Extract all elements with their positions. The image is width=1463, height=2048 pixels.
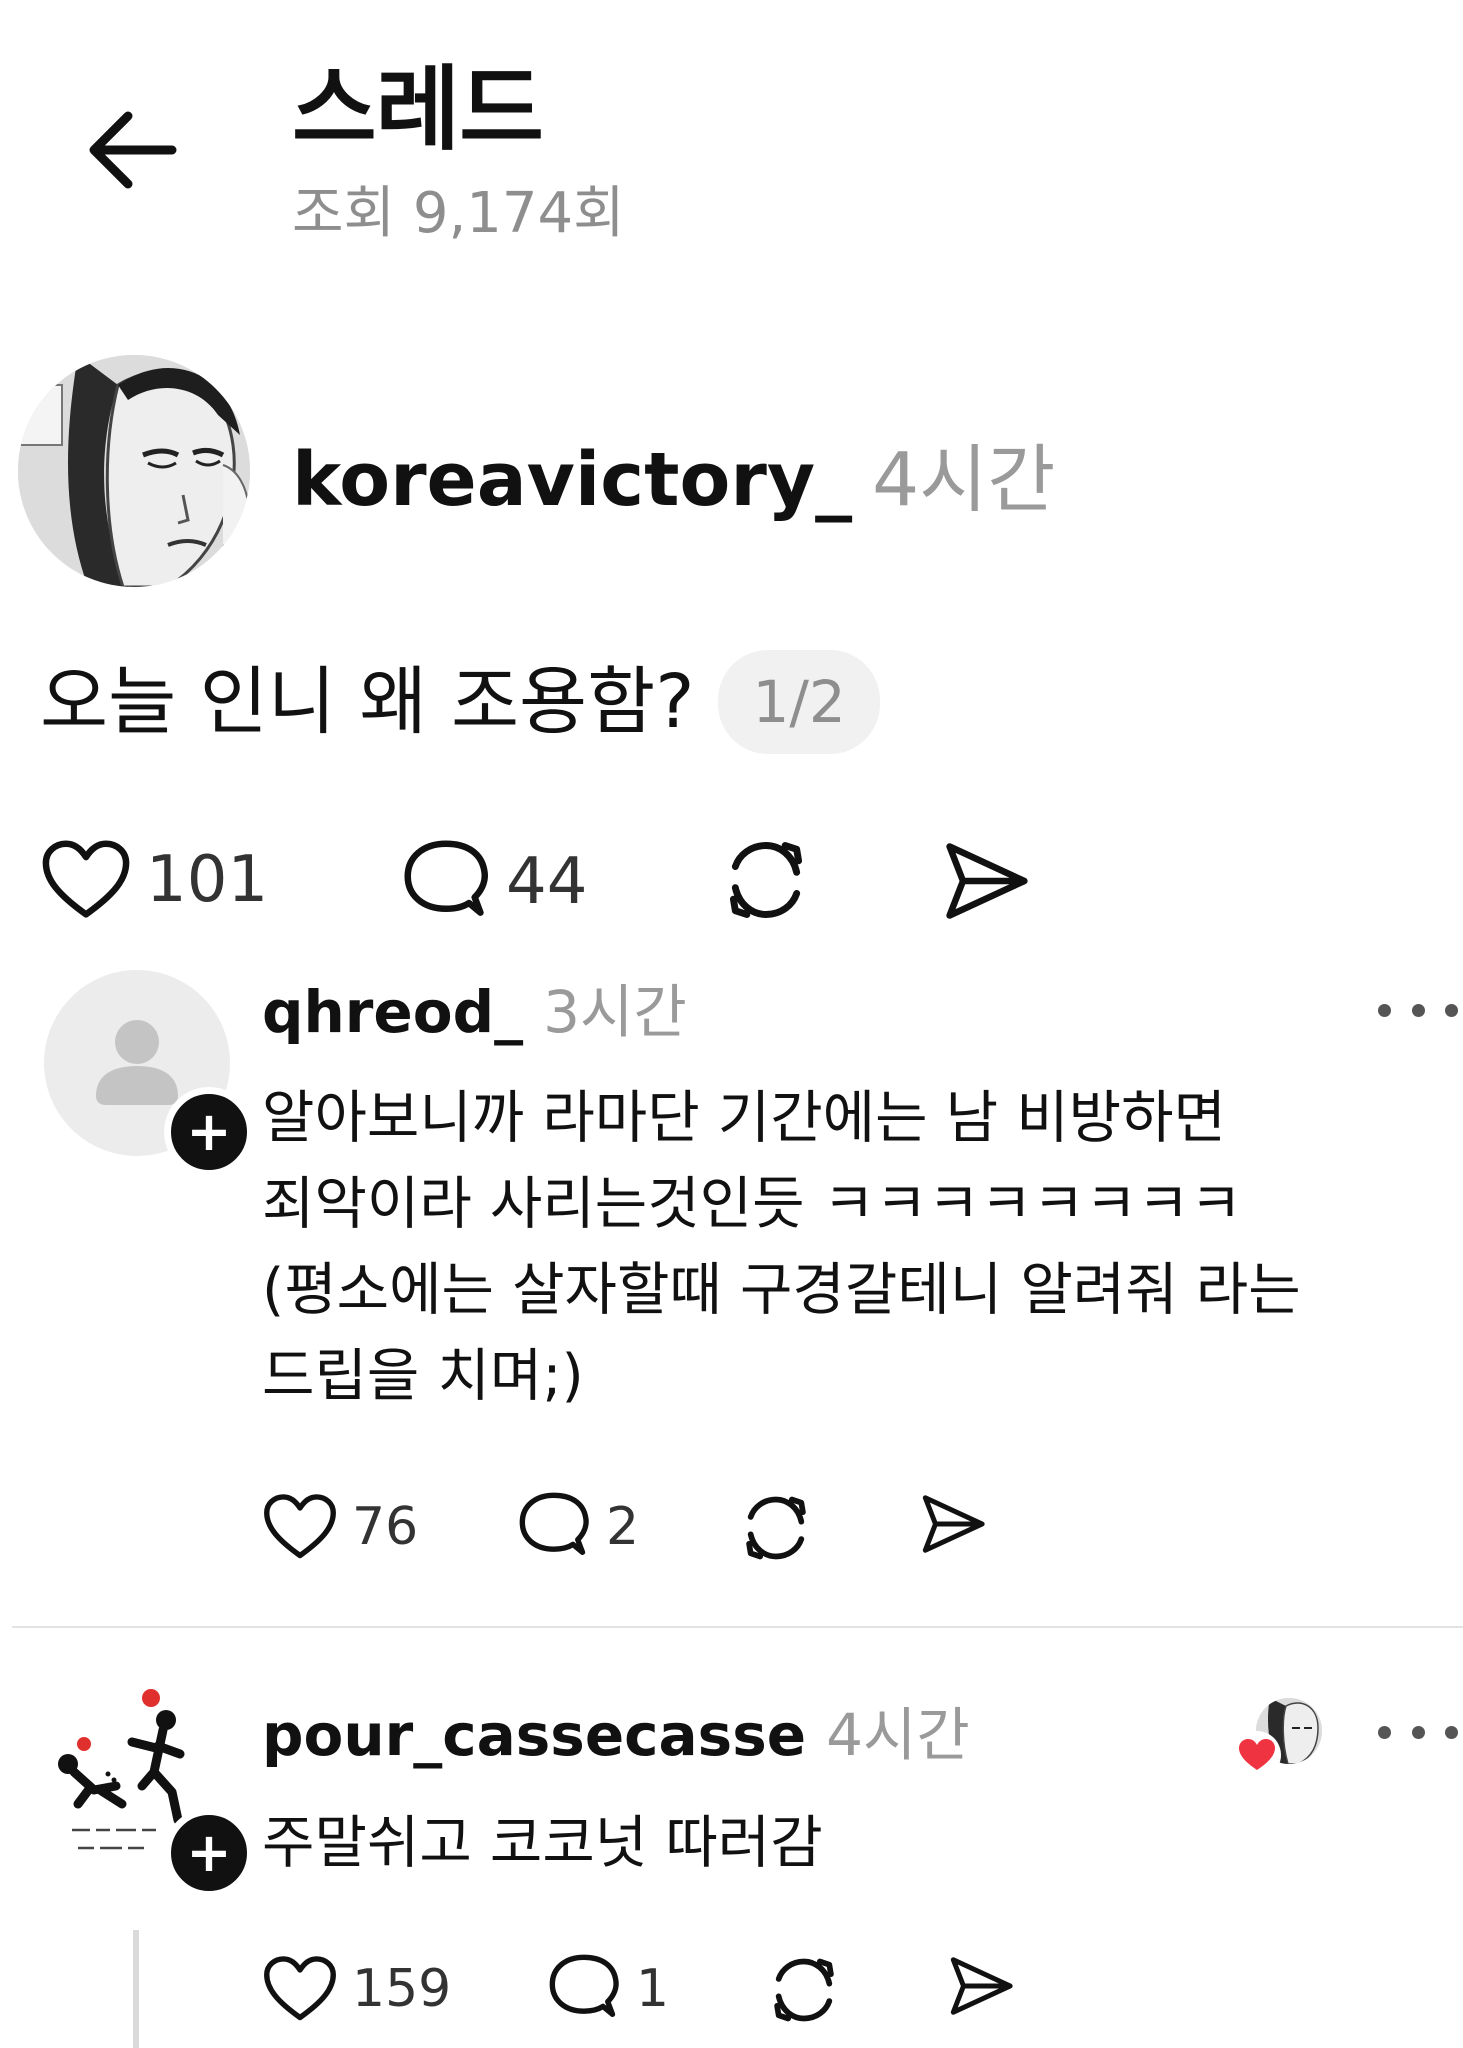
heart-icon (42, 840, 130, 918)
username[interactable]: pour_cassecasse (262, 1701, 806, 1769)
post-header: koreavictory_ 4시간 (292, 430, 1055, 530)
arrow-left-icon (89, 111, 177, 189)
comment-bubble-icon (549, 1954, 619, 2018)
comment-count: 2 (606, 1497, 640, 1557)
reply-header: pour_cassecasse 4시간 (262, 1695, 970, 1775)
heart-icon (264, 1494, 336, 1559)
repost-button[interactable] (738, 1488, 814, 1568)
like-button[interactable]: 101 (40, 838, 268, 922)
send-icon (922, 1495, 985, 1553)
comment-button[interactable]: 44 (400, 838, 587, 926)
post-body: 오늘 인니 왜 조용함? 1/2 (40, 650, 880, 754)
reply-text: 주말쉬고 코코넛 따러감 (262, 1810, 823, 1876)
comment-count: 1 (636, 1959, 670, 2019)
repost-button[interactable] (720, 832, 812, 928)
plus-icon: + (186, 1100, 232, 1163)
back-button[interactable] (84, 100, 184, 200)
view-count: 조회 9,174회 (292, 181, 625, 246)
repost-icon (774, 1958, 834, 2022)
plus-icon: + (186, 1821, 232, 1884)
more-dots-icon (1378, 1003, 1391, 1017)
divider (12, 1626, 1463, 1628)
like-button[interactable]: 76 (262, 1492, 418, 1562)
heart-icon (264, 1956, 336, 2021)
follow-button[interactable]: + (164, 1808, 254, 1898)
comment-button[interactable]: 2 (516, 1490, 639, 1564)
repost-icon (729, 842, 803, 918)
post-time: 4시간 (872, 437, 1056, 523)
follow-button[interactable]: + (164, 1087, 254, 1177)
like-button[interactable]: 159 (262, 1954, 451, 2024)
username[interactable]: qhreod_ (262, 978, 523, 1046)
like-count: 159 (352, 1959, 452, 2019)
thread-line (133, 1930, 139, 2048)
comment-count: 44 (506, 845, 588, 919)
reply-text: 알아보니까 라마단 기간에는 남 비방하면 죄악이라 사리는것인듯 ㅋㅋㅋㅋㅋㅋ… (262, 1085, 1301, 1409)
send-icon (950, 1957, 1013, 2015)
manga-portrait-avatar (18, 355, 250, 587)
comment-button[interactable]: 1 (546, 1952, 669, 2026)
comment-bubble-icon (404, 840, 488, 916)
send-icon (946, 843, 1028, 919)
reply-time: 3시간 (543, 978, 687, 1046)
more-options-button[interactable] (1378, 1712, 1458, 1752)
share-button[interactable] (940, 836, 1032, 926)
comment-bubble-icon (519, 1492, 589, 1556)
share-button[interactable] (946, 1952, 1016, 2020)
post-text: 오늘 인니 왜 조용함? (40, 659, 695, 745)
avatar[interactable] (18, 355, 250, 587)
reply-header: qhreod_ 3시간 (262, 972, 687, 1052)
more-options-button[interactable] (1378, 990, 1458, 1030)
like-count: 101 (146, 843, 269, 917)
username[interactable]: koreavictory_ (292, 437, 852, 523)
page-title: 스레드 (292, 56, 544, 163)
repost-icon (746, 1496, 806, 1560)
reply-time: 4시간 (826, 1701, 970, 1769)
page-indicator-badge[interactable]: 1/2 (718, 650, 880, 754)
more-dots-icon (1378, 1725, 1391, 1739)
like-count: 76 (352, 1497, 419, 1557)
heart-filled-icon (1232, 1730, 1282, 1780)
share-button[interactable] (918, 1490, 988, 1558)
repost-button[interactable] (766, 1950, 842, 2030)
